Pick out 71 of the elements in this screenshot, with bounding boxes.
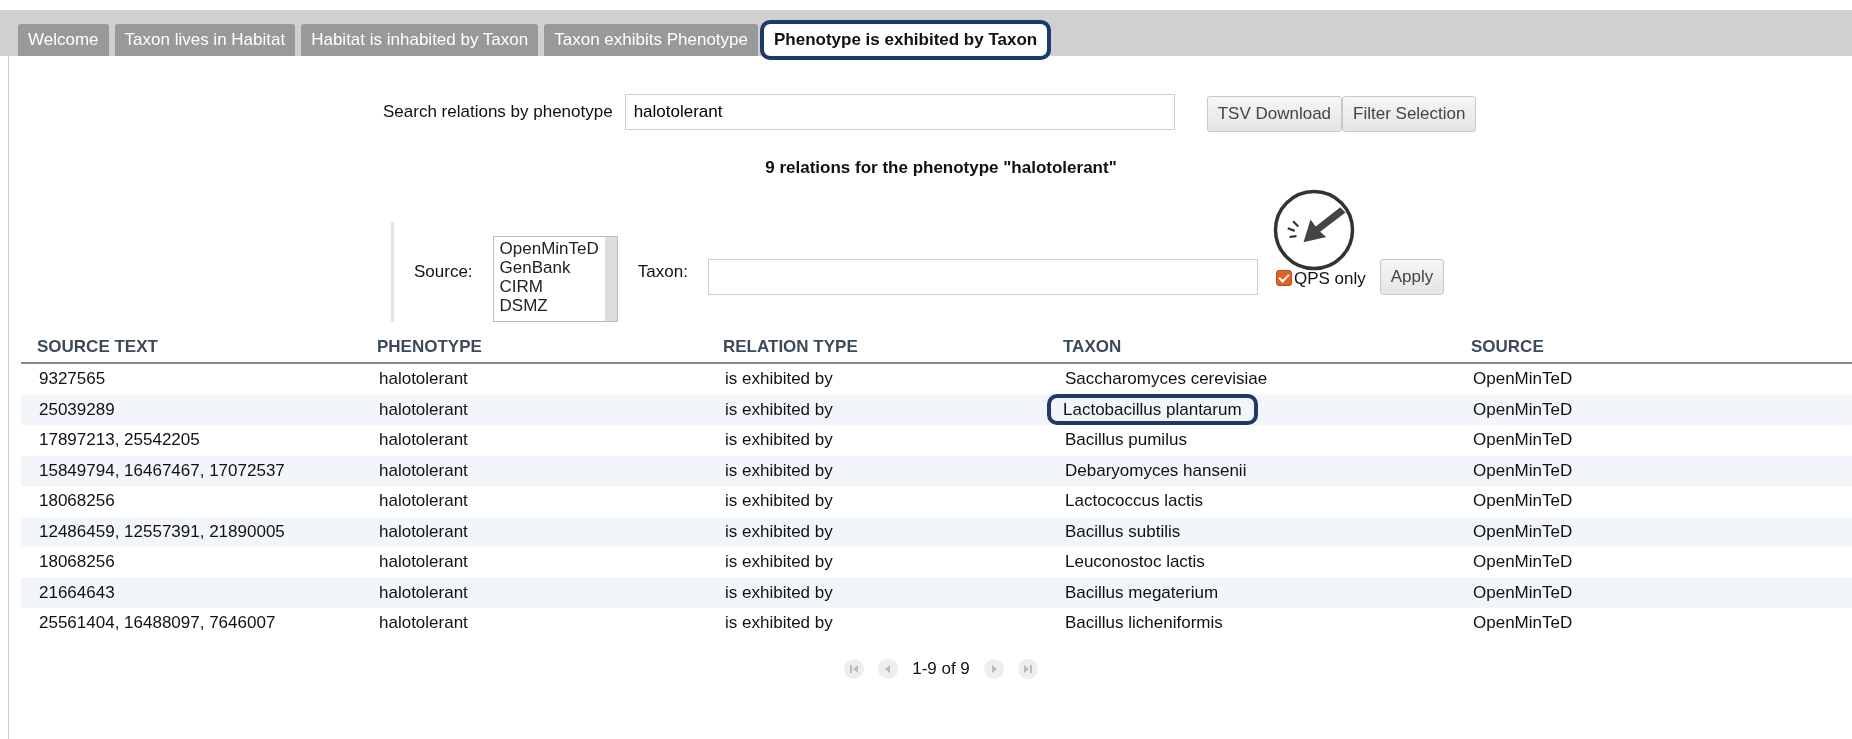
source-listbox[interactable]: OpenMinTeD GenBank CIRM DSMZ (492, 236, 618, 322)
toolbar-button[interactable]: TSV Download (1206, 96, 1343, 132)
page-count: 1-9 of 9 (912, 658, 970, 679)
taxon-field[interactable] (707, 259, 1258, 295)
phenotype-cell: halotolerant (379, 552, 468, 572)
taxon-cell: Bacillus pumilus (1065, 430, 1187, 450)
qps-checkbox[interactable] (1275, 270, 1292, 286)
source-text-cell: 18068256 (39, 491, 115, 511)
first-page-icon[interactable] (844, 658, 865, 679)
last-page-icon[interactable] (1017, 658, 1038, 679)
previous-page-icon[interactable] (878, 658, 899, 679)
relation-type-cell: is exhibited by (725, 552, 833, 572)
qps-label: QPS only (1293, 269, 1366, 289)
column-header[interactable]: PHENOTYPE (361, 337, 707, 357)
source-text-cell: 25561404, 16488097, 7646007 (39, 613, 276, 633)
source-option[interactable]: DSMZ (499, 296, 599, 315)
scrollbar[interactable] (604, 237, 617, 321)
phenotype-cell: halotolerant (379, 460, 468, 480)
source-text-cell: 9327565 (39, 369, 106, 389)
source-cell: OpenMinTeD (1473, 369, 1573, 389)
relation-type-cell: is exhibited by (725, 460, 833, 480)
taxon-cell: Leuconostoc lactis (1065, 552, 1205, 572)
source-cell: OpenMinTeD (1473, 521, 1573, 541)
source-text-cell: 15849794, 16467467, 17072537 (39, 460, 285, 480)
relation-type-cell: is exhibited by (725, 399, 833, 419)
toolbar-button[interactable]: Filter Selection (1342, 96, 1477, 132)
column-header[interactable]: SOURCE TEXT (21, 337, 361, 357)
relation-type-cell: is exhibited by (725, 430, 833, 450)
source-text-cell: 17897213, 25542205 (39, 430, 200, 450)
source-option[interactable]: OpenMinTeD (499, 239, 599, 258)
source-text-cell: 25039289 (39, 399, 115, 419)
source-text-cell: 12486459, 12557391, 21890005 (39, 521, 285, 541)
next-page-icon[interactable] (983, 658, 1004, 679)
phenotype-cell: halotolerant (379, 399, 468, 419)
source-cell: OpenMinTeD (1473, 430, 1573, 450)
phenotype-cell: halotolerant (379, 369, 468, 389)
column-header[interactable]: SOURCE (1455, 337, 1835, 357)
phenotype-cell: halotolerant (379, 613, 468, 633)
relation-type-cell: is exhibited by (725, 491, 833, 511)
column-header[interactable]: TAXON (1047, 337, 1455, 357)
search-field[interactable]: halotolerant (624, 94, 1175, 130)
taxon-cell: Saccharomyces cerevisiae (1065, 369, 1268, 389)
relation-type-cell: is exhibited by (725, 369, 833, 389)
source-cell: OpenMinTeD (1473, 552, 1573, 572)
source-cell: OpenMinTeD (1473, 460, 1573, 480)
source-option[interactable]: CIRM (499, 277, 599, 296)
phenotype-cell: halotolerant (379, 521, 468, 541)
column-header[interactable]: RELATION TYPE (707, 337, 1047, 357)
taxon-cell: Bacillus megaterium (1065, 582, 1219, 602)
relation-type-cell: is exhibited by (725, 613, 833, 633)
taxon-cell: Bacillus subtilis (1065, 521, 1181, 541)
taxon-label: Taxon: (637, 262, 688, 282)
taxon-cell: Bacillus licheniformis (1065, 613, 1223, 633)
source-text-cell: 21664643 (39, 582, 115, 602)
taxon-cell: Lactococcus lactis (1065, 491, 1203, 511)
search-label: Search relations by phenotype (383, 101, 613, 122)
source-label: Source: (414, 262, 473, 282)
phenotype-cell: halotolerant (379, 491, 468, 511)
phenotype-cell: halotolerant (379, 582, 468, 602)
results-summary: 9 relations for the phenotype "halotolerant" (764, 158, 1118, 178)
source-cell: OpenMinTeD (1473, 491, 1573, 511)
source-cell: OpenMinTeD (1473, 582, 1573, 602)
relation-type-cell: is exhibited by (725, 521, 833, 541)
source-cell: OpenMinTeD (1473, 399, 1573, 419)
relation-type-cell: is exhibited by (725, 582, 833, 602)
source-cell: OpenMinTeD (1473, 613, 1573, 633)
phenotype-cell: halotolerant (379, 430, 468, 450)
apply-button[interactable]: Apply (1379, 259, 1445, 295)
source-text-cell: 18068256 (39, 552, 115, 572)
taxon-cell: Debaryomyces hansenii (1065, 460, 1247, 480)
source-option[interactable]: GenBank (499, 258, 599, 277)
